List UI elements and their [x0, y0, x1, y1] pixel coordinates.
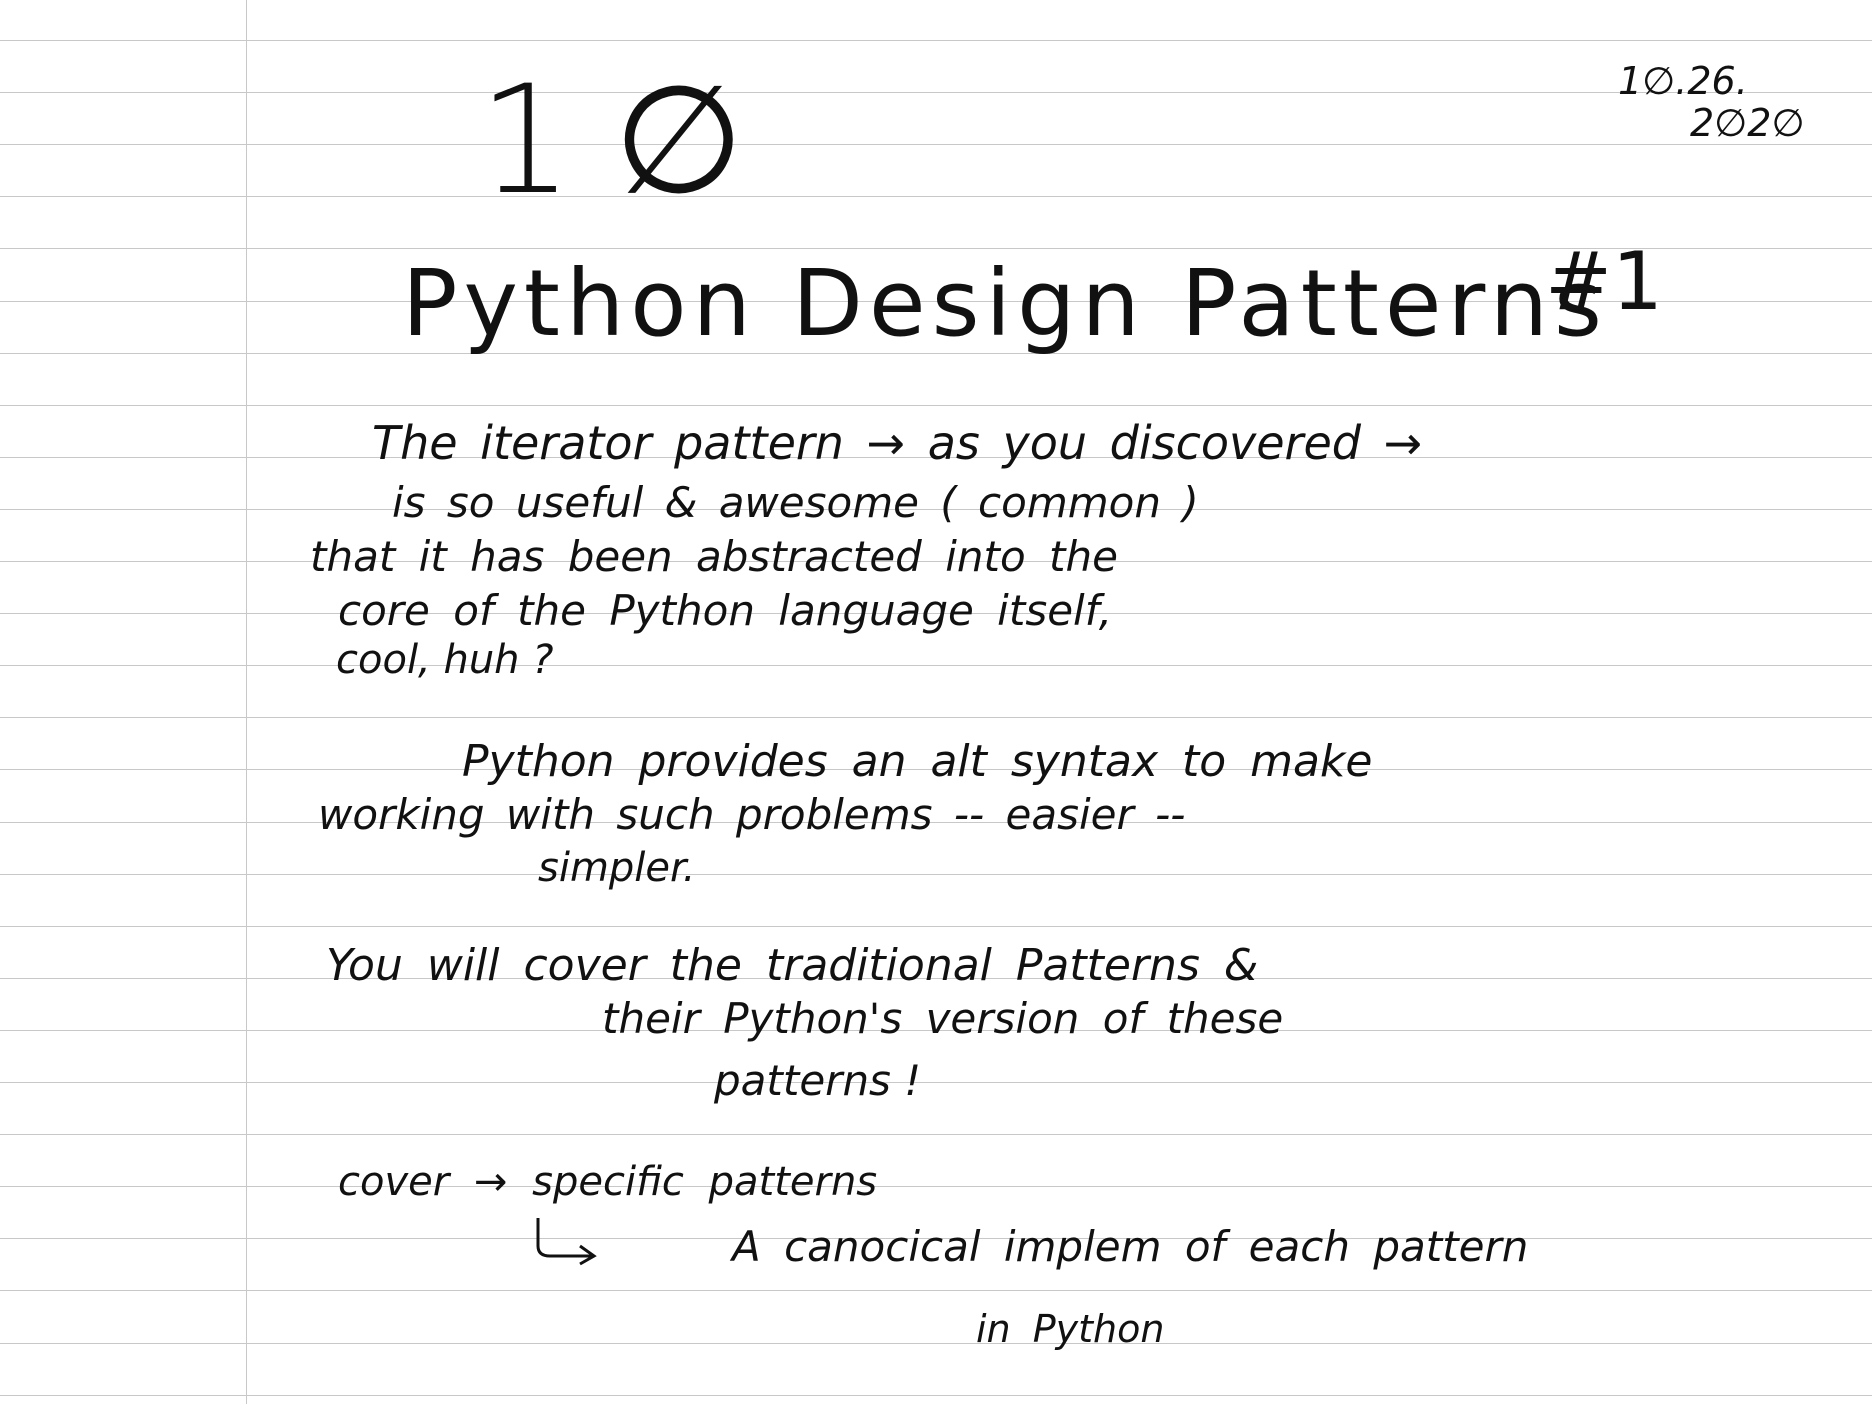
hook-arrow-icon [536, 1218, 597, 1266]
note-line: in Python [976, 1307, 1165, 1351]
ruled-line [0, 40, 1872, 41]
ruled-line [0, 665, 1872, 666]
note-line: patterns ! [714, 1056, 922, 1105]
note-line: A canocical implem of each pattern [732, 1222, 1529, 1271]
note-line: is so useful & awesome ( common ) [392, 478, 1199, 527]
ruled-line [0, 144, 1872, 145]
note-line: You will cover the traditional Patterns … [326, 940, 1259, 991]
margin-line [246, 0, 247, 1404]
note-line: cover → specific patterns [338, 1159, 878, 1205]
ruled-line [0, 196, 1872, 197]
ruled-line [0, 926, 1872, 927]
ruled-line [0, 1186, 1872, 1187]
note-line: working with such problems -- easier -- [318, 790, 1186, 839]
date-line-2: 2∅2∅ [1690, 101, 1805, 145]
ruled-line [0, 1134, 1872, 1135]
ruled-line [0, 1290, 1872, 1291]
ruled-line [0, 874, 1872, 875]
ruled-line [0, 717, 1872, 718]
ruled-line [0, 92, 1872, 93]
note-line: that it has been abstracted into the [310, 532, 1118, 581]
date-line-1: 1∅.26. [1618, 59, 1748, 103]
ruled-line [0, 1082, 1872, 1083]
note-line: cool, huh ? [336, 637, 554, 683]
ruled-line [0, 405, 1872, 406]
note-line: Python provides an alt syntax to make [462, 736, 1373, 787]
note-line: core of the Python language itself, [338, 586, 1113, 635]
ruled-line [0, 1395, 1872, 1396]
ruled-line [0, 1343, 1872, 1344]
title-badge: #1 [1545, 235, 1663, 328]
note-line: The iterator pattern → as you discovered… [372, 416, 1423, 470]
note-line: simpler. [538, 845, 696, 891]
page-number: 1∅ [478, 54, 785, 228]
page-title: Python Design Patterns [402, 250, 1608, 357]
note-line: their Python's version of these [602, 994, 1284, 1043]
notebook-page: 1∅ 1∅.26. 2∅2∅ Python Design Patterns #1… [0, 0, 1872, 1404]
